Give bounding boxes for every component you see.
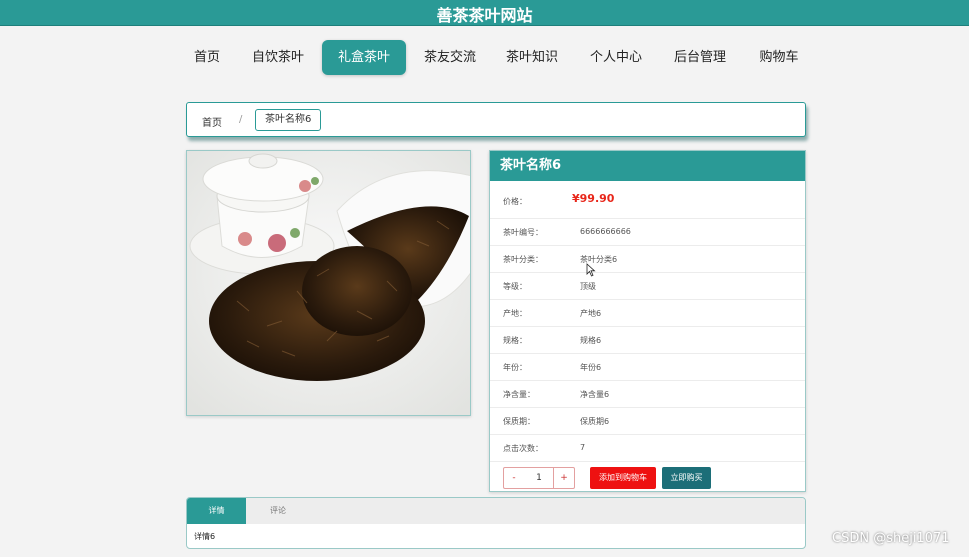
tea-photo-illustration	[187, 151, 470, 415]
quantity-increase-button[interactable]: +	[553, 467, 575, 489]
breadcrumb-home[interactable]: 首页	[202, 114, 222, 129]
attribute-label: 产地：	[503, 309, 527, 318]
attribute-label: 规格：	[503, 336, 527, 345]
nav-self-drink-tea[interactable]: 自饮茶叶	[248, 40, 308, 75]
product-image	[186, 150, 471, 416]
attribute-label: 茶叶分类：	[503, 255, 543, 264]
nav-admin[interactable]: 后台管理	[670, 40, 730, 75]
attribute-label: 净含量：	[503, 390, 535, 399]
attribute-row-category: 茶叶分类： 茶叶分类6	[490, 246, 805, 273]
tab-details[interactable]: 详情	[187, 498, 246, 524]
attribute-value: 产地6	[580, 309, 602, 318]
tabs-header: 详情 评论	[187, 498, 805, 524]
detail-content: 详情6	[194, 532, 216, 541]
attribute-value: 规格6	[580, 336, 602, 345]
nav-tea-community[interactable]: 茶友交流	[420, 40, 480, 75]
attribute-label: 保质期：	[503, 417, 535, 426]
price-value: ¥99.90	[572, 192, 615, 205]
site-title: 善茶茶叶网站	[436, 6, 533, 25]
attribute-row-code: 茶叶编号： 6666666666	[490, 219, 805, 246]
tab-comments[interactable]: 评论	[246, 498, 310, 524]
attribute-value: 7	[580, 443, 586, 452]
product-name-header: 茶叶名称6	[490, 151, 805, 181]
attribute-row-clicks: 点击次数： 7	[490, 435, 805, 462]
attribute-row-net-content: 净含量： 净含量6	[490, 381, 805, 408]
attribute-row-year: 年份： 年份6	[490, 354, 805, 381]
attribute-row-shelf-life: 保质期： 保质期6	[490, 408, 805, 435]
price-label: 价格：	[503, 197, 527, 206]
detail-tabs: 详情 评论 详情6	[186, 497, 806, 549]
attribute-label: 等级：	[503, 282, 527, 291]
watermark: CSDN @sheji1071	[832, 531, 950, 546]
attribute-label: 点击次数：	[503, 444, 543, 453]
mouse-cursor-icon	[586, 263, 596, 277]
nav-tea-knowledge[interactable]: 茶叶知识	[502, 40, 562, 75]
attribute-value: 保质期6	[580, 417, 610, 426]
purchase-actions: - 1 + 添加到购物车 立即购买	[490, 462, 805, 494]
buy-now-button[interactable]: 立即购买	[662, 467, 711, 489]
attribute-label: 茶叶编号：	[503, 228, 543, 237]
add-to-cart-button[interactable]: 添加到购物车	[590, 467, 656, 489]
attribute-row-grade: 等级： 顶级	[490, 273, 805, 300]
quantity-input[interactable]: 1	[524, 467, 554, 489]
quantity-decrease-button[interactable]: -	[503, 467, 525, 489]
attribute-row-spec: 规格： 规格6	[490, 327, 805, 354]
attribute-value: 年份6	[580, 363, 602, 372]
breadcrumb-current: 茶叶名称6	[255, 109, 322, 131]
breadcrumb: 首页 / 茶叶名称6	[186, 102, 806, 137]
nav-gift-box-tea[interactable]: 礼盒茶叶	[322, 40, 406, 75]
attribute-value: 6666666666	[580, 227, 631, 236]
attribute-value: 净含量6	[580, 390, 610, 399]
nav-home[interactable]: 首页	[188, 40, 226, 75]
product-info-card: 茶叶名称6 价格： ¥99.90 茶叶编号： 6666666666 茶叶分类： …	[489, 150, 806, 492]
breadcrumb-separator: /	[239, 114, 243, 125]
nav-personal-center[interactable]: 个人中心	[586, 40, 646, 75]
attribute-value: 顶级	[580, 282, 596, 291]
attribute-label: 年份：	[503, 363, 527, 372]
attribute-row-origin: 产地： 产地6	[490, 300, 805, 327]
nav-cart[interactable]: 购物车	[754, 40, 804, 75]
main-nav: 首页 自饮茶叶 礼盒茶叶 茶友交流 茶叶知识 个人中心 后台管理 购物车	[0, 40, 969, 76]
price-row: 价格： ¥99.90	[490, 181, 805, 219]
top-header-bar: 善茶茶叶网站	[0, 0, 969, 26]
